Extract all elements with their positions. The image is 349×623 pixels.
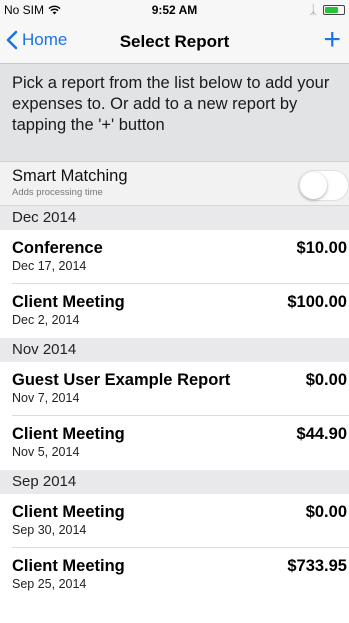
report-name: Guest User Example Report — [12, 371, 231, 389]
report-amount: $0.00 — [305, 371, 347, 389]
report-amount: $100.00 — [287, 293, 347, 311]
report-row[interactable]: Guest User Example Report Nov 7, 2014 $0.0… — [0, 362, 349, 416]
report-date: Dec 2, 2014 — [12, 313, 80, 327]
report-date: Nov 7, 2014 — [12, 391, 80, 405]
clock: 9:52 AM — [151, 3, 198, 17]
report-row[interactable]: Client Meeting Nov 5, 2014 $44.90 — [0, 416, 349, 470]
report-date: Dec 17, 2014 — [12, 259, 87, 273]
report-row[interactable]: Client Meeting Sep 30, 2014 $0.00 — [0, 494, 349, 548]
section-header: Dec 2014 — [0, 206, 349, 230]
smart-matching-row: Smart Matching Adds processing time — [0, 162, 349, 206]
toggle-knob — [300, 172, 327, 199]
report-date: Sep 30, 2014 — [12, 523, 87, 537]
battery-icon — [323, 4, 345, 15]
report-amount: $10.00 — [296, 239, 347, 257]
report-date: Sep 25, 2014 — [12, 577, 87, 591]
report-row[interactable]: Client Meeting Sep 25, 2014 $733.95 — [0, 548, 349, 602]
page-title: Select Report — [119, 32, 230, 51]
section-header: Nov 2014 — [0, 338, 349, 362]
add-report-button[interactable]: + — [323, 23, 341, 57]
report-amount: $0.00 — [305, 503, 347, 521]
navigation-bar: Home Select Report + — [0, 20, 349, 64]
report-amount: $733.95 — [287, 557, 347, 575]
instructions-text: Pick a report from the list below to add… — [0, 64, 349, 162]
bluetooth-icon: ᛣ — [309, 2, 317, 17]
report-amount: $44.90 — [296, 425, 347, 443]
report-row[interactable]: Conference Dec 17, 2014 $10.00 — [0, 230, 349, 284]
report-date: Nov 5, 2014 — [12, 445, 80, 459]
section-header: Sep 2014 — [0, 470, 349, 494]
report-list: Dec 2014 Conference Dec 17, 2014 $10.00 Clie… — [0, 206, 349, 602]
status-bar: No SIM 9:52 AM ᛣ — [0, 0, 349, 20]
report-row[interactable]: Client Meeting Dec 2, 2014 $100.00 — [0, 284, 349, 338]
battery-fill — [325, 6, 338, 13]
report-name: Client Meeting — [12, 503, 125, 521]
smart-matching-toggle[interactable] — [298, 170, 349, 201]
